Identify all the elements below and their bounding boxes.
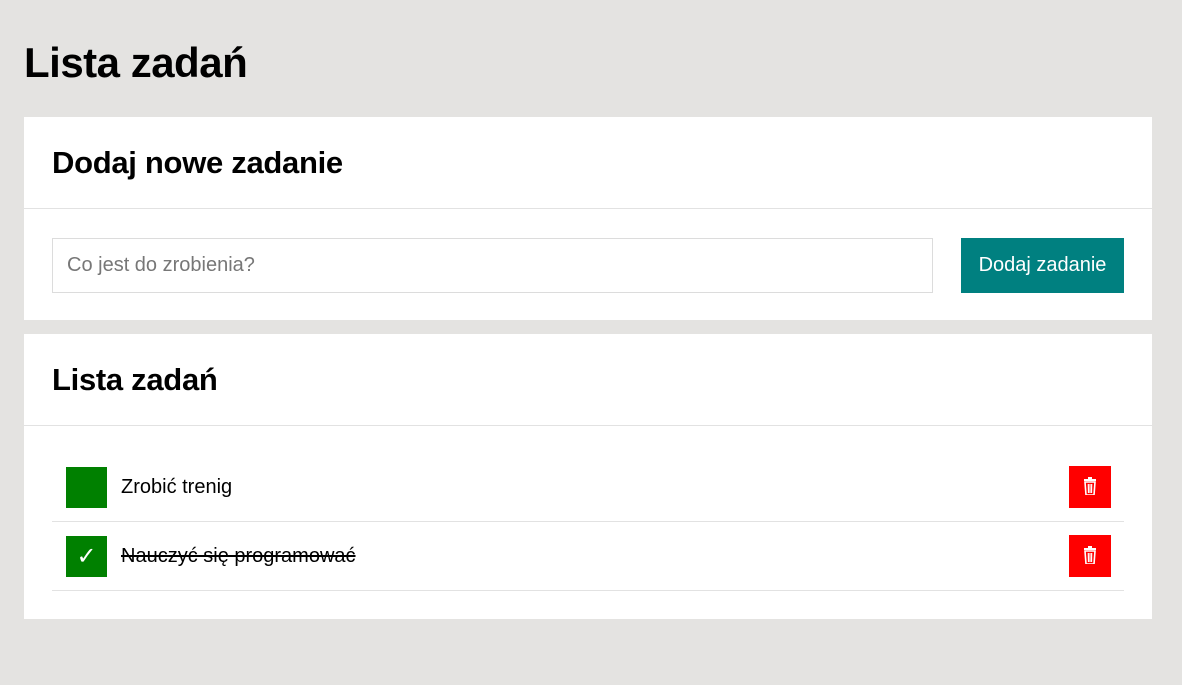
task-checkbox[interactable] [66, 466, 107, 508]
trash-icon [1083, 545, 1097, 567]
add-task-panel-title: Dodaj nowe zadanie [52, 144, 343, 180]
task-row: ✓ Nauczyć się programować [52, 522, 1124, 591]
task-row: Zrobić trenig [52, 453, 1124, 522]
task-list-panel-header: Lista zadań [24, 334, 1152, 426]
task-list-panel: Lista zadań Zrobić trenig ✓ Nauczyć się … [24, 334, 1152, 619]
trash-icon [1083, 476, 1097, 498]
task-list: Zrobić trenig ✓ Nauczyć się programować [24, 426, 1152, 619]
add-task-button[interactable]: Dodaj zadanie [961, 237, 1124, 293]
task-checkbox[interactable]: ✓ [66, 535, 107, 577]
task-text: Zrobić trenig [121, 475, 233, 498]
delete-task-button[interactable] [1069, 466, 1111, 508]
page: Lista zadań Dodaj nowe zadanie Dodaj zad… [0, 0, 1182, 619]
add-task-panel-header: Dodaj nowe zadanie [24, 117, 1152, 209]
page-title: Lista zadań [24, 39, 248, 86]
task-text: Nauczyć się programować [121, 544, 356, 567]
task-list-panel-title: Lista zadań [52, 361, 218, 397]
add-task-form: Dodaj zadanie [24, 209, 1152, 320]
task-input[interactable] [52, 237, 933, 293]
delete-task-button[interactable] [1069, 535, 1111, 577]
add-task-panel: Dodaj nowe zadanie Dodaj zadanie [24, 117, 1152, 320]
